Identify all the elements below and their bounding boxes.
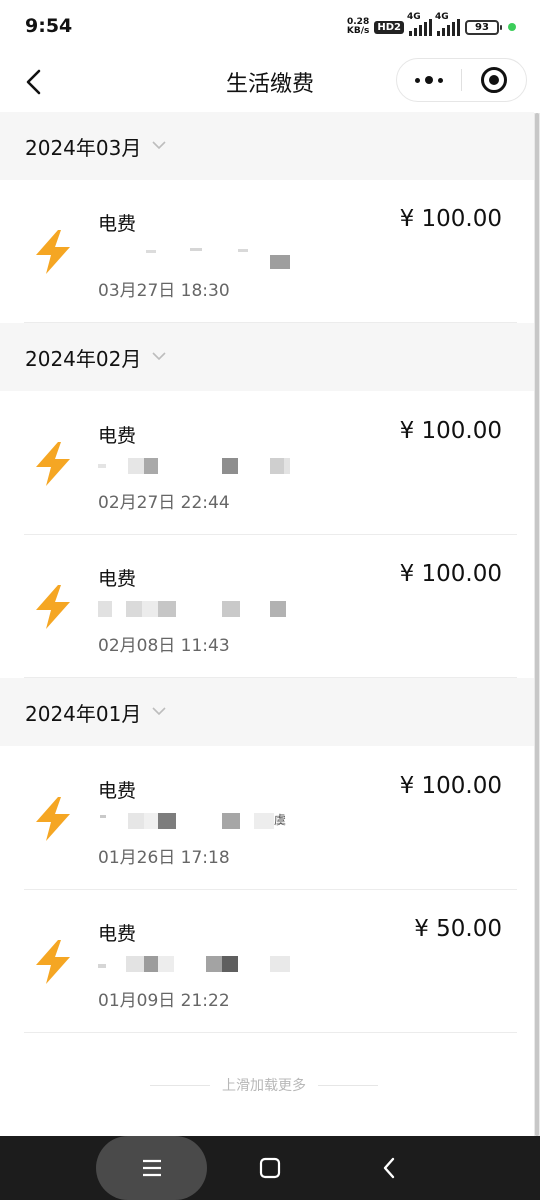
record-title: 电费 <box>98 780 137 802</box>
close-mini-program-button[interactable] <box>462 59 526 101</box>
signal-icon: 4G <box>435 12 460 36</box>
divider <box>150 1084 210 1086</box>
recent-apps-button[interactable] <box>96 1136 207 1200</box>
record-title: 电费 <box>98 568 137 590</box>
target-circle-icon <box>481 67 507 93</box>
status-time: 9:54 <box>25 15 73 37</box>
status-icons: 0.28 KB/s HD2 4G 4G 93 <box>346 12 516 39</box>
record-title: 电费 <box>98 923 137 945</box>
chevron-down-icon <box>152 141 166 150</box>
mini-program-capsule <box>396 58 527 102</box>
divider <box>24 1032 517 1033</box>
record-amount: ¥ 100.00 <box>399 206 502 232</box>
record-amount: ¥ 100.00 <box>399 418 502 444</box>
record-subtitle-redacted: 虞 <box>98 813 298 829</box>
month-label: 2024年03月 <box>25 135 142 160</box>
load-more-hint: 上滑加载更多 <box>150 1075 378 1095</box>
back-triangle-icon <box>383 1157 395 1179</box>
status-bar: 9:54 0.28 KB/s HD2 4G 4G 93 <box>0 0 540 54</box>
record-amount: ¥ 100.00 <box>399 561 502 587</box>
scrollbar-thumb[interactable] <box>535 113 539 1136</box>
record-title: 电费 <box>98 425 137 447</box>
privacy-indicator-dot <box>508 23 516 31</box>
chevron-down-icon <box>152 352 166 361</box>
record-subtitle-redacted <box>98 458 298 474</box>
record-time: 02月27日 22:44 <box>98 493 230 513</box>
signal-icon: 4G <box>407 12 432 36</box>
lightning-icon <box>36 585 70 629</box>
load-more-text: 上滑加载更多 <box>222 1078 306 1094</box>
battery-icon: 93 <box>465 19 502 35</box>
record-title: 电费 <box>98 213 137 235</box>
month-header[interactable]: 2024年03月 <box>0 112 534 180</box>
payment-record[interactable]: 电费 ¥ 100.00 虞 01月26日 17:18 <box>0 747 534 890</box>
payment-record[interactable]: 电费 ¥ 100.00 02月27日 22:44 <box>0 392 534 535</box>
month-label: 2024年02月 <box>25 346 142 371</box>
month-label: 2024年01月 <box>25 701 142 726</box>
home-square-icon <box>259 1157 281 1179</box>
record-subtitle-redacted <box>98 246 298 269</box>
record-time: 03月27日 18:30 <box>98 281 230 301</box>
divider <box>318 1084 378 1086</box>
hd-badge: HD2 <box>374 20 404 34</box>
record-amount: ¥ 50.00 <box>414 916 502 942</box>
chevron-down-icon <box>152 707 166 716</box>
payment-history-page: 9:54 0.28 KB/s HD2 4G 4G 93 生活缴费 2024年03… <box>0 0 540 1200</box>
record-amount: ¥ 100.00 <box>399 773 502 799</box>
nav-bar: 生活缴费 <box>0 54 540 110</box>
month-header[interactable]: 2024年01月 <box>0 678 534 746</box>
payment-record[interactable]: 电费 ¥ 100.00 03月27日 18:30 <box>0 180 534 323</box>
record-subtitle-redacted <box>98 956 298 972</box>
lightning-icon <box>36 797 70 841</box>
back-button[interactable] <box>14 62 54 102</box>
record-time: 02月08日 11:43 <box>98 636 230 656</box>
chevron-left-icon <box>26 69 41 95</box>
lightning-icon <box>36 940 70 984</box>
lightning-icon <box>36 442 70 486</box>
more-button[interactable] <box>397 59 461 101</box>
lightning-icon <box>36 230 70 274</box>
home-button[interactable] <box>243 1136 297 1200</box>
system-navigation-bar <box>0 1136 540 1200</box>
payment-record[interactable]: 电费 ¥ 100.00 02月08日 11:43 <box>0 535 534 678</box>
system-back-button[interactable] <box>362 1136 416 1200</box>
more-dots-icon <box>415 76 443 84</box>
menu-icon <box>142 1159 161 1177</box>
record-time: 01月26日 17:18 <box>98 848 230 868</box>
record-subtitle-redacted <box>98 601 298 617</box>
month-header[interactable]: 2024年02月 <box>0 323 534 391</box>
payment-record[interactable]: 电费 ¥ 50.00 01月09日 21:22 <box>0 890 534 1033</box>
network-speed: 0.28 KB/s <box>346 17 370 36</box>
record-time: 01月09日 21:22 <box>98 991 230 1011</box>
